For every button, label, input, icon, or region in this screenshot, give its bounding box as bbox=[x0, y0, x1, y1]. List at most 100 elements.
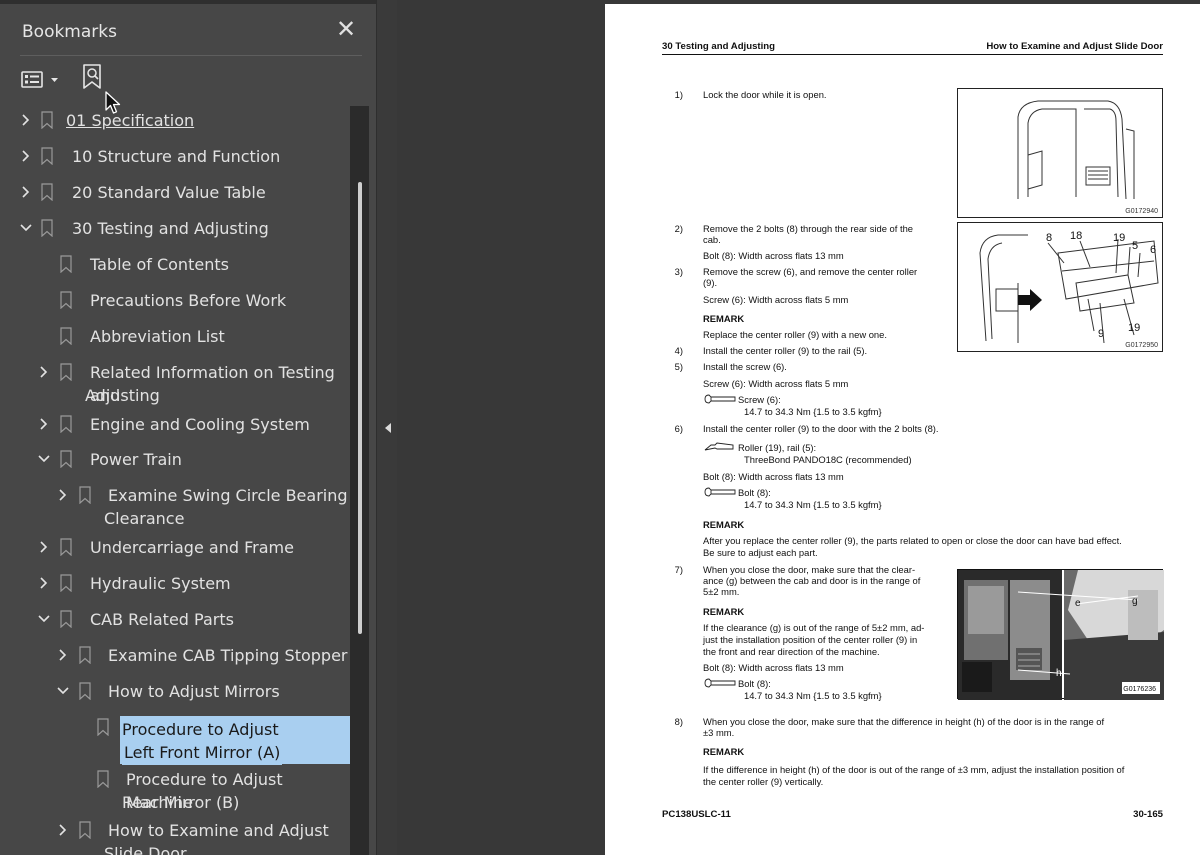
bookmark-icon bbox=[60, 538, 72, 556]
find-bookmark-icon[interactable] bbox=[80, 62, 106, 94]
step-text: Install the center roller (9) to the rai… bbox=[703, 345, 868, 356]
chevron-down-icon[interactable] bbox=[36, 450, 52, 468]
bookmark-item[interactable]: Examine CAB Tipping Stopper bbox=[8, 644, 350, 668]
spec-text: Bolt (8): Width across flats 13 mm bbox=[703, 662, 844, 673]
bookmark-icon bbox=[60, 610, 72, 628]
figure-center-roller: 8 18 19 5 6 9 19 G0172950 bbox=[957, 222, 1163, 352]
bookmark-label: CAB Related Parts bbox=[90, 610, 234, 629]
chevron-right-icon[interactable] bbox=[55, 646, 71, 664]
bookmark-label: 20 Standard Value Table bbox=[72, 183, 266, 202]
bookmark-icon bbox=[41, 147, 53, 165]
bookmark-label: Precautions Before Work bbox=[90, 291, 287, 310]
bookmark-item[interactable]: Engine and Cooling System bbox=[8, 413, 350, 437]
bookmark-icon bbox=[60, 255, 72, 273]
step-number: 6) bbox=[674, 423, 683, 434]
bookmark-icon bbox=[60, 327, 72, 345]
bookmark-label: 01 Specification bbox=[66, 111, 195, 130]
svg-text:19: 19 bbox=[1113, 232, 1125, 244]
step-number: 8) bbox=[674, 716, 683, 727]
pdf-page: 30 Testing and Adjusting How to Examine … bbox=[605, 4, 1200, 855]
bookmark-item[interactable]: 20 Standard Value Table bbox=[8, 181, 350, 205]
bookmark-item[interactable]: Undercarriage and Frame bbox=[8, 536, 350, 560]
bookmark-icon bbox=[60, 574, 72, 592]
bookmark-item[interactable]: Hydraulic System bbox=[8, 572, 350, 596]
scrollbar-thumb[interactable] bbox=[358, 182, 362, 634]
chevron-right-icon[interactable] bbox=[55, 821, 71, 839]
remark-text: If the difference in height (h) of the d… bbox=[703, 764, 1125, 775]
chevron-right-icon[interactable] bbox=[55, 486, 71, 504]
chevron-down-icon[interactable] bbox=[36, 610, 52, 628]
bookmark-label: Examine Swing Circle Bearing bbox=[108, 486, 348, 505]
bookmark-label: Table of Contents bbox=[90, 255, 229, 274]
collapse-panel-icon[interactable] bbox=[383, 420, 393, 436]
panel-splitter[interactable] bbox=[376, 0, 397, 855]
svg-text:8: 8 bbox=[1046, 232, 1052, 244]
chevron-right-icon[interactable] bbox=[36, 415, 52, 433]
chevron-right-icon[interactable] bbox=[18, 147, 34, 165]
bookmark-label: 30 Testing and Adjusting bbox=[72, 219, 269, 238]
bookmark-label-line2: Adjusting bbox=[85, 386, 160, 405]
svg-text:18: 18 bbox=[1070, 230, 1082, 242]
bookmarks-header: Bookmarks ✕ bbox=[0, 8, 376, 56]
figure-door-open: G0172940 bbox=[957, 88, 1163, 218]
chevron-right-icon[interactable] bbox=[36, 363, 52, 381]
remark-text: the center roller (9) vertically. bbox=[703, 776, 824, 787]
svg-text:19: 19 bbox=[1128, 322, 1140, 334]
step-text: cab. bbox=[703, 234, 721, 245]
step-text: Install the screw (6). bbox=[703, 361, 787, 372]
bookmark-icon bbox=[41, 183, 53, 201]
torque-label: Bolt (8): bbox=[738, 487, 771, 498]
figure-clearance-photos: e g h G0176236 bbox=[957, 569, 1164, 700]
bookmark-label-line2: Rear Mirror (B) bbox=[122, 793, 240, 812]
chevron-right-icon[interactable] bbox=[18, 111, 34, 129]
step-text: Lock the door while it is open. bbox=[703, 89, 827, 100]
remark-heading: REMARK bbox=[703, 746, 745, 757]
bookmark-icon bbox=[41, 219, 53, 237]
bookmark-label: Engine and Cooling System bbox=[90, 415, 310, 434]
document-viewer[interactable]: 30 Testing and Adjusting How to Examine … bbox=[397, 0, 1200, 855]
svg-text:9: 9 bbox=[1098, 328, 1104, 340]
step-text: (9). bbox=[703, 277, 718, 288]
bookmark-item[interactable]: Procedure to Adjust Machine Rear Mirror (… bbox=[8, 768, 350, 816]
chevron-right-icon[interactable] bbox=[36, 574, 52, 592]
torque-label: Bolt (8): bbox=[738, 678, 771, 689]
divider bbox=[20, 55, 362, 56]
bookmark-item[interactable]: CAB Related Parts bbox=[8, 608, 350, 632]
bookmark-icon bbox=[79, 821, 91, 839]
bookmark-item[interactable]: Examine Swing Circle Bearing Clearance bbox=[8, 484, 350, 532]
bookmark-icon bbox=[79, 682, 91, 700]
chevron-down-icon[interactable] bbox=[18, 219, 34, 237]
page-header: 30 Testing and Adjusting How to Examine … bbox=[662, 41, 1163, 55]
remark-text: After you replace the center roller (9),… bbox=[703, 535, 1122, 546]
chevron-down-icon[interactable] bbox=[55, 682, 71, 700]
step-text: ±3 mm. bbox=[703, 727, 735, 738]
bookmark-item[interactable]: Abbreviation List bbox=[8, 325, 350, 349]
bookmark-item[interactable]: Related Information on Testing and Adjust… bbox=[8, 361, 350, 409]
bookmark-label: How to Adjust Mirrors bbox=[108, 682, 280, 701]
bookmark-item[interactable]: Precautions Before Work bbox=[8, 289, 350, 313]
bookmark-item[interactable]: How to Adjust Mirrors bbox=[8, 680, 350, 704]
bookmark-icon bbox=[60, 291, 72, 309]
bookmarks-scrollbar[interactable] bbox=[350, 106, 369, 855]
torque-value: 14.7 to 34.3 Nm {1.5 to 3.5 kgfm} bbox=[744, 690, 882, 701]
chevron-right-icon[interactable] bbox=[18, 183, 34, 201]
close-icon[interactable]: ✕ bbox=[334, 16, 358, 44]
chevron-right-icon[interactable] bbox=[36, 538, 52, 556]
step-number: 5) bbox=[674, 361, 683, 372]
bookmark-label: How to Examine and Adjust bbox=[108, 821, 329, 840]
bookmark-item[interactable]: Table of Contents bbox=[8, 253, 350, 277]
options-menu-button[interactable] bbox=[20, 66, 64, 94]
remark-heading: REMARK bbox=[703, 519, 745, 530]
bookmark-item[interactable]: 30 Testing and Adjusting bbox=[8, 217, 350, 241]
remark-heading: REMARK bbox=[703, 606, 745, 617]
bookmark-label: Power Train bbox=[90, 450, 182, 469]
bookmark-item[interactable]: 10 Structure and Function bbox=[8, 145, 350, 169]
bookmark-item[interactable]: 01 Specification bbox=[8, 109, 350, 133]
spec-text: Screw (6): Width across flats 5 mm bbox=[703, 294, 849, 305]
torque-value: 14.7 to 34.3 Nm {1.5 to 3.5 kgfm} bbox=[744, 499, 882, 510]
bookmark-item[interactable]: How to Examine and Adjust Slide Door bbox=[8, 819, 350, 855]
bookmark-item[interactable]: Procedure to Adjust MachineLeft Front Mi… bbox=[8, 716, 350, 765]
bookmark-label-line2: Clearance bbox=[104, 509, 185, 528]
bookmark-item[interactable]: Power Train bbox=[8, 448, 350, 472]
bookmark-icon bbox=[97, 718, 109, 736]
